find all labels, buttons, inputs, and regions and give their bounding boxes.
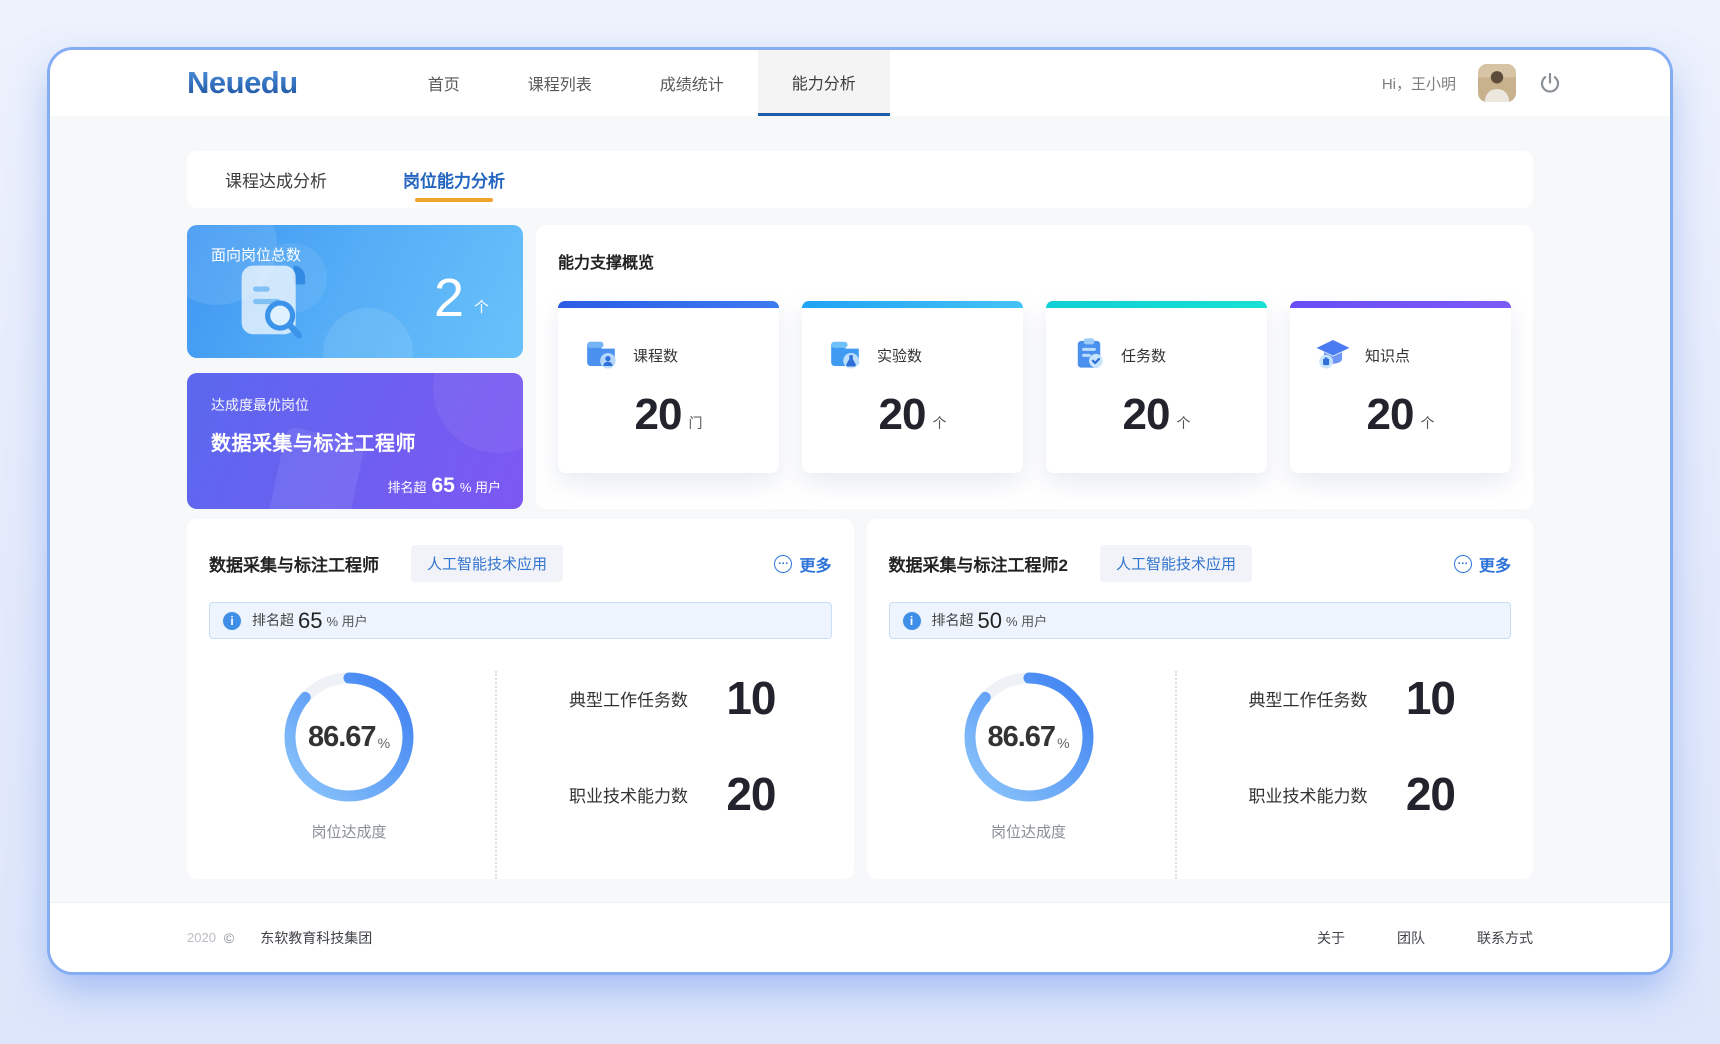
best-position-rank: 排名超 65 % 用户: [387, 475, 501, 496]
footer-link-contact[interactable]: 联系方式: [1477, 928, 1533, 948]
task-clipboard-icon: [1070, 334, 1108, 377]
more-button[interactable]: … 更多: [1454, 552, 1511, 576]
footer-link-team[interactable]: 团队: [1397, 928, 1425, 948]
overview-card-value: 20: [879, 393, 926, 437]
total-positions-value: 2: [434, 271, 464, 325]
experiment-folder-icon: [826, 334, 864, 377]
total-positions-card: 面向岗位总数 2 个: [187, 225, 523, 358]
overview-card-label: 课程数: [633, 345, 678, 366]
overview-card-unit: 门: [688, 413, 702, 437]
achievement-donut: 86.67 % 岗位达成度: [209, 665, 489, 879]
rank-value: 65: [298, 610, 322, 632]
app-window: Neuedu 首页 课程列表 成绩统计 能力分析 Hi，王小明: [47, 47, 1673, 975]
donut-caption: 岗位达成度: [991, 821, 1066, 842]
stat-row-skills: 职业技术能力数 20: [569, 771, 776, 817]
copyright-icon: ©: [224, 930, 234, 946]
overview-card-label: 实验数: [877, 345, 922, 366]
dotted-divider: [1175, 671, 1177, 879]
ellipsis-circle-icon: …: [1454, 555, 1472, 573]
footer-company: 东软教育科技集团: [260, 928, 372, 948]
ellipsis-circle-icon: …: [774, 555, 792, 573]
accent-bar: [558, 301, 779, 308]
top-navigation-bar: Neuedu 首页 课程列表 成绩统计 能力分析 Hi，王小明: [50, 50, 1670, 116]
main-content: 课程达成分析 岗位能力分析 面向岗位总数: [50, 116, 1670, 902]
achievement-donut: 86.67 % 岗位达成度: [889, 665, 1169, 879]
accent-bar: [1290, 301, 1511, 308]
stat-row-tasks: 典型工作任务数 10: [569, 675, 776, 721]
overview-card-tasks[interactable]: 任务数 20 个: [1046, 301, 1267, 473]
donut-caption: 岗位达成度: [311, 821, 386, 842]
nav-item-grades[interactable]: 成绩统计: [626, 50, 758, 116]
footer-year: 2020: [187, 930, 216, 945]
rank-banner: i 排名超 50 % 用户: [889, 602, 1512, 639]
footer: 2020 © 东软教育科技集团 关于 团队 联系方式: [50, 902, 1670, 972]
overview-card-courses[interactable]: 课程数 20 门: [558, 301, 779, 473]
user-zone: Hi，王小明: [1382, 50, 1562, 116]
document-search-icon: [225, 255, 329, 352]
overview-card-unit: 个: [932, 413, 946, 437]
overview-card-knowledge[interactable]: 知识点 20 个: [1290, 301, 1511, 473]
overview-card-value: 20: [635, 393, 682, 437]
overview-card-unit: 个: [1420, 413, 1434, 437]
graduation-cap-icon: [1314, 334, 1352, 377]
nav-item-ability[interactable]: 能力分析: [758, 50, 890, 116]
tab-course-achievement[interactable]: 课程达成分析: [225, 151, 327, 208]
rank-value: 50: [978, 610, 1002, 632]
main-nav: 首页 课程列表 成绩统计 能力分析: [394, 50, 890, 116]
neuedu-logo[interactable]: Neuedu: [187, 65, 298, 101]
position-major-tag[interactable]: 人工智能技术应用: [411, 545, 563, 582]
ability-overview-title: 能力支撑概览: [558, 249, 1511, 273]
user-avatar[interactable]: [1478, 64, 1516, 102]
logout-power-icon[interactable]: [1538, 71, 1562, 95]
accent-bar: [1046, 301, 1267, 308]
tab-position-ability[interactable]: 岗位能力分析: [403, 151, 505, 208]
best-position-title: 达成度最优岗位: [211, 395, 499, 415]
stat-row-skills: 职业技术能力数 20: [1249, 771, 1456, 817]
stat-row-tasks: 典型工作任务数 10: [1249, 675, 1456, 721]
donut-percent: 86.67: [308, 721, 376, 754]
position-title: 数据采集与标注工程师: [209, 551, 379, 576]
user-greeting: Hi，王小明: [1382, 73, 1456, 94]
circle-decoration: [323, 308, 413, 358]
analysis-tabbar: 课程达成分析 岗位能力分析: [187, 151, 1533, 208]
donut-percent: 86.67: [987, 721, 1055, 754]
position-card-1: 数据采集与标注工程师 人工智能技术应用 … 更多 i 排名超 65 % 用户: [187, 519, 854, 879]
position-major-tag[interactable]: 人工智能技术应用: [1100, 545, 1252, 582]
avatar-image: [1478, 64, 1516, 102]
dotted-divider: [495, 671, 497, 879]
info-icon: i: [903, 612, 921, 630]
best-position-name: 数据采集与标注工程师: [211, 427, 499, 456]
position-title: 数据采集与标注工程师2: [889, 551, 1068, 576]
course-folder-icon: [582, 334, 620, 377]
overview-card-label: 知识点: [1365, 345, 1410, 366]
accent-bar: [802, 301, 1023, 308]
overview-card-value: 20: [1123, 393, 1170, 437]
total-positions-unit: 个: [474, 296, 489, 325]
overview-card-value: 20: [1367, 393, 1414, 437]
best-position-card: 达成度最优岗位 数据采集与标注工程师 排名超 65 % 用户: [187, 373, 523, 509]
nav-item-home[interactable]: 首页: [394, 50, 494, 116]
info-icon: i: [223, 612, 241, 630]
overview-card-experiments[interactable]: 实验数 20 个: [802, 301, 1023, 473]
overview-card-label: 任务数: [1121, 345, 1166, 366]
footer-link-about[interactable]: 关于: [1317, 928, 1345, 948]
ability-overview-panel: 能力支撑概览: [536, 225, 1533, 509]
rank-banner: i 排名超 65 % 用户: [209, 602, 832, 639]
position-card-2: 数据采集与标注工程师2 人工智能技术应用 … 更多 i 排名超 50 % 用户: [867, 519, 1534, 879]
nav-item-courses[interactable]: 课程列表: [494, 50, 626, 116]
more-button[interactable]: … 更多: [774, 552, 831, 576]
overview-card-unit: 个: [1176, 413, 1190, 437]
